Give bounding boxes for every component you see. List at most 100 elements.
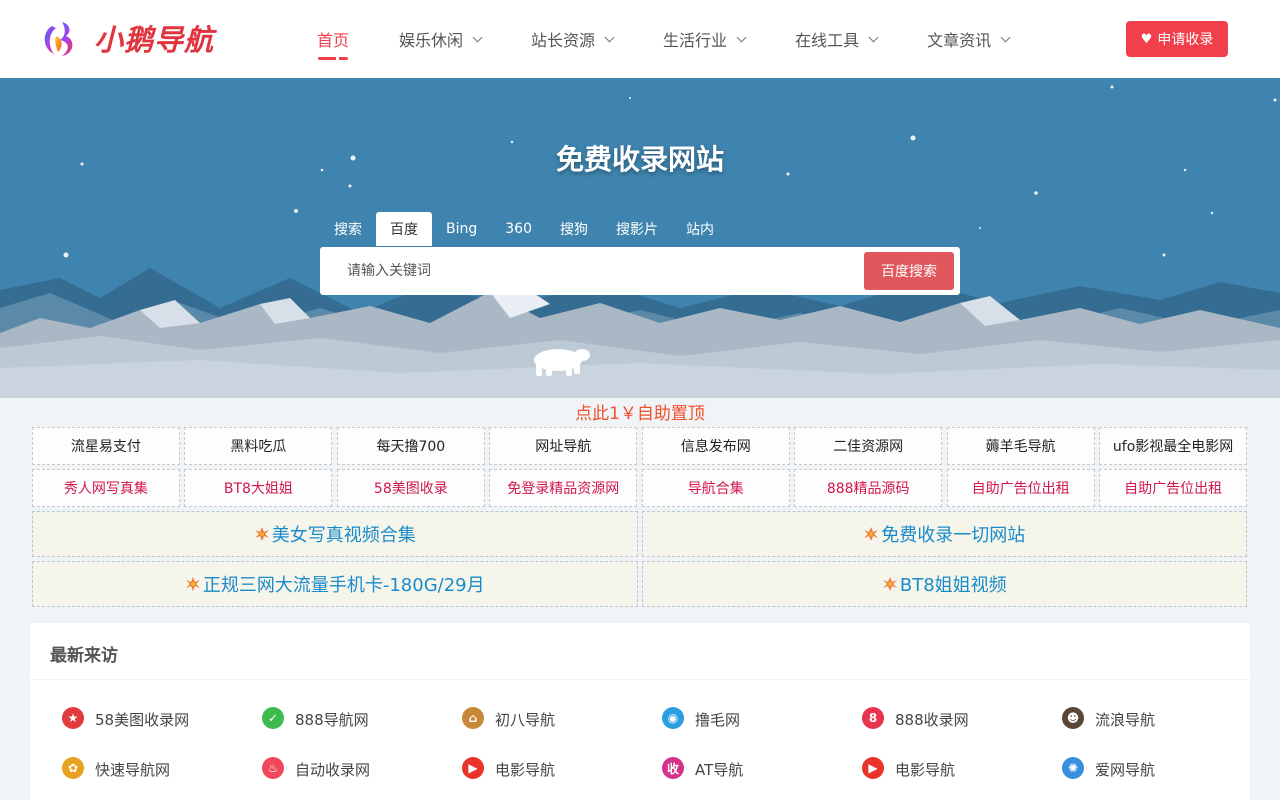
logo-text: 小鹅导航 bbox=[94, 23, 215, 57]
link-row: 流星易支付 黑料吃瓜 每天撸700 网址导航 信息发布网 二佳资源网 薅羊毛导航… bbox=[32, 427, 1248, 465]
visitor-item[interactable]: ◉ 撸毛网 bbox=[662, 703, 862, 753]
visitor-item[interactable]: ✓ 888导航网 bbox=[262, 703, 462, 753]
globe-icon: ◉ bbox=[662, 707, 684, 729]
link-cell[interactable]: 888精品源码 bbox=[794, 469, 943, 507]
nav-item-tools[interactable]: 在线工具 bbox=[778, 0, 894, 78]
chevron-down-icon bbox=[1000, 32, 1011, 42]
link-cell[interactable]: 二佳资源网 bbox=[794, 427, 943, 465]
tab-360[interactable]: 360 bbox=[491, 212, 546, 246]
nav-label: 娱乐休闲 bbox=[399, 31, 464, 50]
featured-row: 美女写真视频合集 免费收录一切网站 bbox=[32, 511, 1247, 557]
visitor-item[interactable]: ✿ 快速导航网 bbox=[62, 753, 262, 800]
visitor-label: 58美图收录网 bbox=[95, 711, 190, 729]
visitor-label: 自动收录网 bbox=[295, 761, 371, 779]
badge-icon: ⌂ bbox=[462, 707, 484, 729]
link-cell[interactable]: 信息发布网 bbox=[641, 427, 790, 465]
tab-movies[interactable]: 搜影片 bbox=[602, 212, 672, 246]
link-cell[interactable]: 网址导航 bbox=[489, 427, 638, 465]
link-cell[interactable]: 自助广告位出租 bbox=[946, 469, 1095, 507]
link-grid: 流星易支付 黑料吃瓜 每天撸700 网址导航 信息发布网 二佳资源网 薅羊毛导航… bbox=[32, 427, 1248, 611]
nav-item-home[interactable]: 首页 bbox=[300, 0, 366, 78]
link-row: 秀人网写真集 BT8大姐姐 58美图收录 免登录精品资源网 导航合集 888精品… bbox=[32, 469, 1248, 507]
chevron-down-icon bbox=[604, 32, 615, 42]
link-cell[interactable]: 每天撸700 bbox=[336, 427, 485, 465]
search-engine-tabs: 搜索 百度 Bing 360 搜狗 搜影片 站内 bbox=[320, 212, 728, 246]
main-nav: 首页 娱乐休闲 站长资源 生活行业 在线工具 文章资讯 bbox=[300, 0, 1042, 78]
visitor-item[interactable]: ♨ 自动收录网 bbox=[262, 753, 462, 800]
chevron-down-icon bbox=[868, 32, 879, 42]
tab-search[interactable]: 搜索 bbox=[320, 212, 376, 246]
featured-link[interactable]: 美女写真视频合集 bbox=[32, 511, 638, 557]
header: 小鹅导航 首页 娱乐休闲 站长资源 生活行业 在线工具 文章资讯 ♥ 申请收录 bbox=[0, 0, 1280, 78]
flower-icon: ✿ bbox=[62, 757, 84, 779]
link-cell[interactable]: 自助广告位出租 bbox=[1099, 469, 1248, 507]
search-input[interactable] bbox=[320, 247, 860, 295]
flower-icon bbox=[254, 527, 269, 541]
visitor-label: 电影导航 bbox=[895, 761, 956, 779]
eight-icon: 8 bbox=[862, 707, 884, 729]
link-cell[interactable]: 秀人网写真集 bbox=[32, 469, 180, 507]
visitor-label: 快速导航网 bbox=[95, 761, 171, 779]
search-box: 百度搜索 bbox=[320, 247, 960, 295]
visitor-item[interactable]: ✺ 爱网导航 bbox=[1062, 753, 1262, 800]
featured-link[interactable]: 免费收录一切网站 bbox=[641, 511, 1247, 557]
tab-sogou[interactable]: 搜狗 bbox=[546, 212, 602, 246]
check-icon: ✓ bbox=[262, 707, 284, 729]
visitor-item[interactable]: ⌂ 初八导航 bbox=[462, 703, 662, 753]
visitor-label: 爱网导航 bbox=[1095, 761, 1156, 779]
star-icon: ★ bbox=[62, 707, 84, 729]
nav-item-entertainment[interactable]: 娱乐休闲 bbox=[382, 0, 498, 78]
visitor-item[interactable]: ☻ 流浪导航 bbox=[1062, 703, 1262, 753]
tab-site[interactable]: 站内 bbox=[672, 212, 728, 246]
link-cell[interactable]: 薅羊毛导航 bbox=[946, 427, 1095, 465]
flower-icon bbox=[185, 577, 200, 591]
featured-link-label: 免费收录一切网站 bbox=[881, 525, 1026, 546]
nav-label: 站长资源 bbox=[531, 31, 596, 50]
featured-link[interactable]: BT8姐姐视频 bbox=[641, 561, 1247, 607]
face-icon: ☻ bbox=[1062, 707, 1084, 729]
apply-button-label: 申请收录 bbox=[1157, 32, 1214, 48]
visitor-label: 撸毛网 bbox=[695, 711, 741, 729]
nav-label: 生活行业 bbox=[663, 31, 728, 50]
play-icon: ▶ bbox=[862, 757, 884, 779]
flower-icon bbox=[864, 527, 879, 541]
nav-item-articles[interactable]: 文章资讯 bbox=[910, 0, 1026, 78]
link-cell[interactable]: 导航合集 bbox=[641, 469, 790, 507]
link-cell[interactable]: 58美图收录 bbox=[336, 469, 485, 507]
visitor-item[interactable]: 8 888收录网 bbox=[862, 703, 1062, 753]
link-cell[interactable]: 免登录精品资源网 bbox=[489, 469, 638, 507]
visitor-list: ★ 58美图收录网 ✓ 888导航网 ⌂ 初八导航 ◉ 撸毛网 8 888收录网 ☻ 流浪导航 ✿ 快速导… bbox=[62, 703, 1262, 800]
visitor-label: 888导航网 bbox=[295, 711, 369, 729]
nav-item-webmaster[interactable]: 站长资源 bbox=[514, 0, 630, 78]
tab-bing[interactable]: Bing bbox=[432, 212, 491, 246]
card-title: 最新来访 bbox=[50, 646, 118, 666]
chevron-down-icon bbox=[472, 32, 483, 42]
featured-link-label: BT8姐姐视频 bbox=[899, 575, 1007, 596]
visitor-item[interactable]: 收 AT导航 bbox=[662, 753, 862, 800]
featured-link-label: 正规三网大流量手机卡-180G/29月 bbox=[202, 575, 485, 596]
tab-baidu[interactable]: 百度 bbox=[376, 212, 432, 246]
link-cell[interactable]: BT8大姐姐 bbox=[184, 469, 333, 507]
hero-banner: 免费收录网站 搜索 百度 Bing 360 搜狗 搜影片 站内 百度搜索 bbox=[0, 78, 1280, 398]
visitor-item[interactable]: ★ 58美图收录网 bbox=[62, 703, 262, 753]
flame-icon: ♨ bbox=[262, 757, 284, 779]
nav-label: 首页 bbox=[317, 31, 350, 50]
visitor-item[interactable]: ▶ 电影导航 bbox=[862, 753, 1062, 800]
search-button[interactable]: 百度搜索 bbox=[864, 252, 954, 290]
recent-visitors-card: 最新来访 ★ 58美图收录网 ✓ 888导航网 ⌂ 初八导航 ◉ 撸毛网 8 888收录网 ☻ 流浪导… bbox=[30, 623, 1250, 800]
flower-icon bbox=[882, 577, 897, 591]
link-cell[interactable]: 流星易支付 bbox=[32, 427, 180, 465]
hero-title: 免费收录网站 bbox=[555, 143, 724, 176]
nav-item-life[interactable]: 生活行业 bbox=[646, 0, 762, 78]
visitor-label: AT导航 bbox=[695, 761, 744, 779]
featured-link-label: 美女写真视频合集 bbox=[271, 525, 416, 546]
pin-top-link[interactable]: 点此1￥自助置顶 bbox=[0, 399, 1280, 424]
featured-link[interactable]: 正规三网大流量手机卡-180G/29月 bbox=[32, 561, 638, 607]
link-cell[interactable]: ufo影视最全电影网 bbox=[1099, 427, 1248, 465]
apply-listing-button[interactable]: ♥ 申请收录 bbox=[1126, 21, 1228, 57]
link-cell[interactable]: 黑料吃瓜 bbox=[184, 427, 333, 465]
nav-label: 在线工具 bbox=[795, 31, 860, 50]
site-logo[interactable]: 小鹅导航 bbox=[40, 16, 214, 60]
heart-icon: ♥ bbox=[1140, 31, 1153, 47]
visitor-item[interactable]: ▶ 电影导航 bbox=[462, 753, 662, 800]
